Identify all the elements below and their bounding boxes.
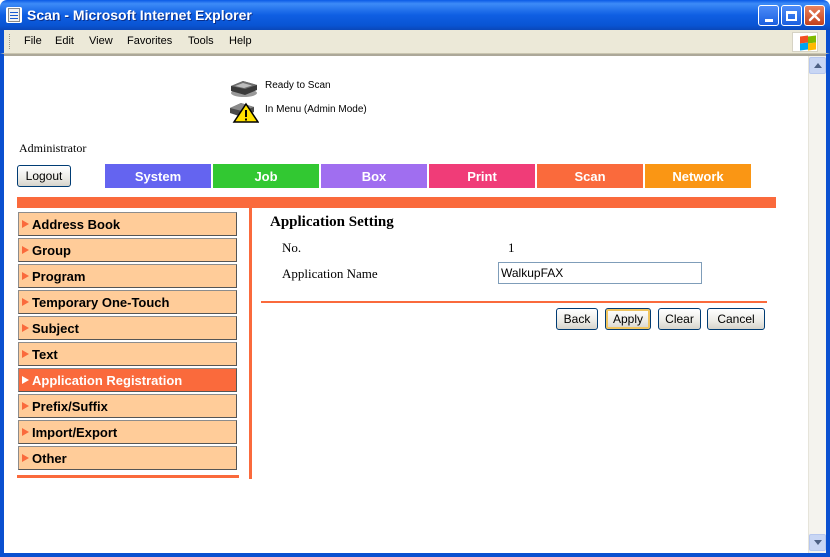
sidebar-item-label: Program xyxy=(32,268,86,284)
apply-button[interactable]: Apply xyxy=(605,308,651,330)
tab-system[interactable]: System xyxy=(105,164,211,188)
back-button[interactable]: Back xyxy=(556,308,598,330)
scroll-down-icon xyxy=(813,540,822,545)
maximize-button[interactable] xyxy=(781,5,802,26)
sidebar-item-other[interactable]: Other xyxy=(18,446,237,470)
arrow-right-icon xyxy=(22,350,29,358)
sidebar-item-subject[interactable]: Subject xyxy=(18,316,237,340)
scanner-icon xyxy=(231,81,257,97)
warning-icon xyxy=(230,102,259,123)
sidebar-item-import-export[interactable]: Import/Export xyxy=(18,420,237,444)
tab-print[interactable]: Print xyxy=(429,164,535,188)
menu-favorites[interactable]: Favorites xyxy=(127,35,172,47)
arrow-right-icon xyxy=(22,220,29,228)
sidebar-item-address-book[interactable]: Address Book xyxy=(18,212,237,236)
page-title: Application Setting xyxy=(270,214,394,230)
menu-file[interactable]: File xyxy=(24,35,42,47)
sidebar-item-label: Text xyxy=(32,346,58,362)
sidebar-item-label: Import/Export xyxy=(32,424,118,440)
menu-view[interactable]: View xyxy=(89,35,113,47)
sidebar-item-label: Group xyxy=(32,242,71,258)
ie-page-icon xyxy=(6,7,22,23)
form-divider xyxy=(261,301,767,303)
sidebar-item-prefix-suffix[interactable]: Prefix/Suffix xyxy=(18,394,237,418)
arrow-right-icon xyxy=(22,298,29,306)
arrow-right-icon xyxy=(22,428,29,436)
title-bar: Scan - Microsoft Internet Explorer xyxy=(0,0,830,30)
close-button[interactable] xyxy=(804,5,825,26)
cancel-button[interactable]: Cancel xyxy=(707,308,765,330)
tab-scan[interactable]: Scan xyxy=(537,164,643,188)
sidebar-item-label: Other xyxy=(32,450,67,466)
sidebar-item-label: Application Registration xyxy=(32,372,183,388)
status-ready-text: Ready to Scan xyxy=(265,80,331,91)
sidebar-bottom-divider xyxy=(17,475,239,478)
status-mode-text: In Menu (Admin Mode) xyxy=(265,104,367,115)
no-value: 1 xyxy=(508,240,515,255)
sidebar-item-program[interactable]: Program xyxy=(18,264,237,288)
sidebar-item-label: Subject xyxy=(32,320,79,336)
toolbar-grip[interactable] xyxy=(9,34,12,49)
sidebar-item-temporary-one-touch[interactable]: Temporary One-Touch xyxy=(18,290,237,314)
windows-logo-icon xyxy=(792,32,818,52)
sidebar-item-group[interactable]: Group xyxy=(18,238,237,262)
menu-tools[interactable]: Tools xyxy=(188,35,214,47)
window-frame-left xyxy=(0,54,4,557)
sidebar-item-text[interactable]: Text xyxy=(18,342,237,366)
minimize-button[interactable] xyxy=(758,5,779,26)
minimize-icon xyxy=(764,18,773,22)
scroll-up-icon xyxy=(813,63,822,68)
maximize-icon xyxy=(786,10,797,21)
sidebar-item-label: Prefix/Suffix xyxy=(32,398,108,414)
window-frame-right xyxy=(826,54,830,557)
menu-edit[interactable]: Edit xyxy=(55,35,74,47)
sidebar-item-label: Temporary One-Touch xyxy=(32,294,170,310)
content-vertical-divider xyxy=(249,208,252,479)
window-frame-bottom xyxy=(0,553,830,557)
application-name-label: Application Name xyxy=(282,266,378,281)
content-top-border xyxy=(4,54,826,56)
tab-underline-bar xyxy=(17,197,776,208)
window-title: Scan - Microsoft Internet Explorer xyxy=(27,7,252,23)
sidebar-item-label: Address Book xyxy=(32,216,121,232)
user-role-label: Administrator xyxy=(19,141,87,155)
tab-network[interactable]: Network xyxy=(645,164,751,188)
menu-help[interactable]: Help xyxy=(229,35,252,47)
vertical-scrollbar[interactable] xyxy=(808,56,826,553)
arrow-right-icon xyxy=(22,454,29,462)
application-name-input[interactable] xyxy=(498,262,702,284)
clear-button[interactable]: Clear xyxy=(658,308,701,330)
close-icon xyxy=(808,9,821,22)
scroll-down-button[interactable] xyxy=(809,534,826,551)
arrow-right-icon xyxy=(22,246,29,254)
sidebar-item-application-registration[interactable]: Application Registration xyxy=(18,368,237,392)
tab-box[interactable]: Box xyxy=(321,164,427,188)
arrow-right-icon xyxy=(22,376,29,384)
no-label: No. xyxy=(282,240,302,255)
menu-bar: File Edit View Favorites Tools Help xyxy=(0,30,830,54)
arrow-right-icon xyxy=(22,402,29,410)
logout-button[interactable]: Logout xyxy=(17,165,71,187)
arrow-right-icon xyxy=(22,272,29,280)
tab-job[interactable]: Job xyxy=(213,164,319,188)
scroll-up-button[interactable] xyxy=(809,57,826,74)
arrow-right-icon xyxy=(22,324,29,332)
